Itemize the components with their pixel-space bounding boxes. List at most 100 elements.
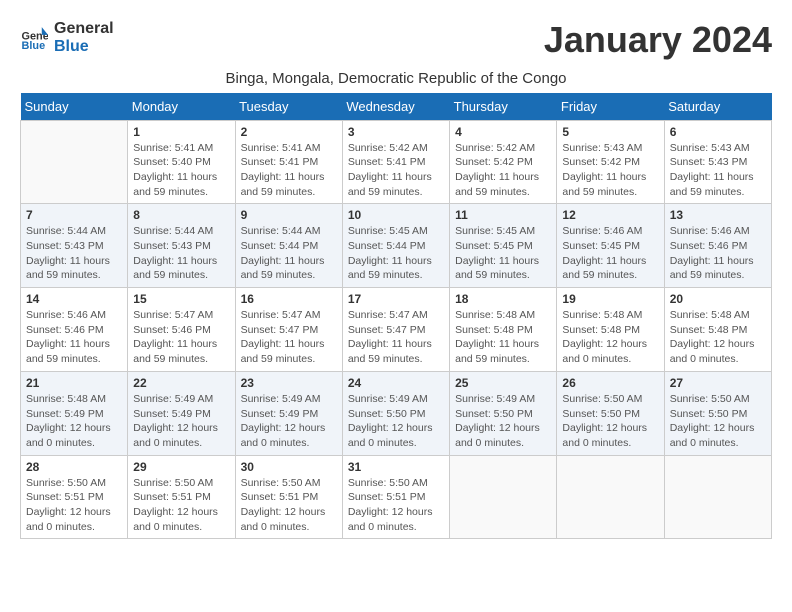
day-info: Sunrise: 5:43 AM Sunset: 5:43 PM Dayligh… [670,141,766,200]
day-number: 20 [670,292,766,306]
day-number: 3 [348,125,444,139]
day-number: 13 [670,208,766,222]
day-number: 31 [348,460,444,474]
day-info: Sunrise: 5:44 AM Sunset: 5:43 PM Dayligh… [26,224,122,283]
day-number: 21 [26,376,122,390]
day-info: Sunrise: 5:50 AM Sunset: 5:51 PM Dayligh… [133,476,229,535]
day-number: 9 [241,208,337,222]
day-info: Sunrise: 5:48 AM Sunset: 5:48 PM Dayligh… [455,308,551,367]
day-number: 1 [133,125,229,139]
calendar-day-cell: 16 Sunrise: 5:47 AM Sunset: 5:47 PM Dayli… [235,288,342,372]
day-number: 6 [670,125,766,139]
day-info: Sunrise: 5:47 AM Sunset: 5:47 PM Dayligh… [348,308,444,367]
calendar-week-row: 1 Sunrise: 5:41 AM Sunset: 5:40 PM Daylig… [21,120,772,204]
day-info: Sunrise: 5:50 AM Sunset: 5:50 PM Dayligh… [562,392,658,451]
day-number: 2 [241,125,337,139]
day-info: Sunrise: 5:45 AM Sunset: 5:44 PM Dayligh… [348,224,444,283]
day-number: 19 [562,292,658,306]
page-header: General Blue General Blue January 2024 [20,20,772,60]
day-number: 30 [241,460,337,474]
day-info: Sunrise: 5:46 AM Sunset: 5:46 PM Dayligh… [670,224,766,283]
day-number: 22 [133,376,229,390]
day-number: 12 [562,208,658,222]
calendar-header-wednesday: Wednesday [342,93,449,121]
day-number: 7 [26,208,122,222]
calendar-day-cell: 26 Sunrise: 5:50 AM Sunset: 5:50 PM Dayli… [557,371,664,455]
day-number: 18 [455,292,551,306]
day-info: Sunrise: 5:47 AM Sunset: 5:47 PM Dayligh… [241,308,337,367]
calendar-day-cell: 29 Sunrise: 5:50 AM Sunset: 5:51 PM Dayli… [128,455,235,539]
day-info: Sunrise: 5:47 AM Sunset: 5:46 PM Dayligh… [133,308,229,367]
day-info: Sunrise: 5:42 AM Sunset: 5:42 PM Dayligh… [455,141,551,200]
title-section: January 2024 [544,20,772,60]
logo: General Blue General Blue [20,20,114,55]
calendar-header-row: SundayMondayTuesdayWednesdayThursdayFrid… [21,93,772,121]
day-number: 14 [26,292,122,306]
day-info: Sunrise: 5:50 AM Sunset: 5:50 PM Dayligh… [670,392,766,451]
day-info: Sunrise: 5:46 AM Sunset: 5:46 PM Dayligh… [26,308,122,367]
calendar-day-cell: 11Sunrise: 5:45 AM Sunset: 5:45 PM Dayli… [450,204,557,288]
calendar-day-cell: 19 Sunrise: 5:48 AM Sunset: 5:48 PM Dayli… [557,288,664,372]
day-info: Sunrise: 5:49 AM Sunset: 5:50 PM Dayligh… [455,392,551,451]
calendar-week-row: 7 Sunrise: 5:44 AM Sunset: 5:43 PM Daylig… [21,204,772,288]
day-info: Sunrise: 5:46 AM Sunset: 5:45 PM Dayligh… [562,224,658,283]
day-number: 24 [348,376,444,390]
day-info: Sunrise: 5:49 AM Sunset: 5:49 PM Dayligh… [133,392,229,451]
calendar-header-thursday: Thursday [450,93,557,121]
calendar-day-cell: 1 Sunrise: 5:41 AM Sunset: 5:40 PM Daylig… [128,120,235,204]
day-info: Sunrise: 5:50 AM Sunset: 5:51 PM Dayligh… [26,476,122,535]
day-info: Sunrise: 5:48 AM Sunset: 5:48 PM Dayligh… [562,308,658,367]
page-subtitle: Binga, Mongala, Democratic Republic of t… [20,70,772,87]
calendar-day-cell: 7 Sunrise: 5:44 AM Sunset: 5:43 PM Daylig… [21,204,128,288]
day-number: 29 [133,460,229,474]
calendar-week-row: 28 Sunrise: 5:50 AM Sunset: 5:51 PM Dayli… [21,455,772,539]
calendar-day-cell: 2 Sunrise: 5:41 AM Sunset: 5:41 PM Daylig… [235,120,342,204]
day-number: 28 [26,460,122,474]
calendar-day-cell: 24 Sunrise: 5:49 AM Sunset: 5:50 PM Dayli… [342,371,449,455]
calendar-day-cell: 6 Sunrise: 5:43 AM Sunset: 5:43 PM Daylig… [664,120,771,204]
calendar-header-monday: Monday [128,93,235,121]
day-number: 26 [562,376,658,390]
day-info: Sunrise: 5:50 AM Sunset: 5:51 PM Dayligh… [241,476,337,535]
day-number: 17 [348,292,444,306]
day-number: 8 [133,208,229,222]
day-info: Sunrise: 5:41 AM Sunset: 5:41 PM Dayligh… [241,141,337,200]
calendar-header-sunday: Sunday [21,93,128,121]
day-number: 16 [241,292,337,306]
calendar-day-cell: 8 Sunrise: 5:44 AM Sunset: 5:43 PM Daylig… [128,204,235,288]
calendar-header-friday: Friday [557,93,664,121]
calendar-week-row: 21Sunrise: 5:48 AM Sunset: 5:49 PM Dayli… [21,371,772,455]
calendar-table: SundayMondayTuesdayWednesdayThursdayFrid… [20,93,772,540]
day-number: 23 [241,376,337,390]
calendar-day-cell: 10 Sunrise: 5:45 AM Sunset: 5:44 PM Dayli… [342,204,449,288]
calendar-day-cell [557,455,664,539]
calendar-day-cell [664,455,771,539]
day-number: 25 [455,376,551,390]
logo-icon: General Blue [20,24,48,52]
calendar-day-cell: 4 Sunrise: 5:42 AM Sunset: 5:42 PM Daylig… [450,120,557,204]
calendar-day-cell: 13 Sunrise: 5:46 AM Sunset: 5:46 PM Dayli… [664,204,771,288]
calendar-header-tuesday: Tuesday [235,93,342,121]
calendar-header-saturday: Saturday [664,93,771,121]
calendar-day-cell: 27 Sunrise: 5:50 AM Sunset: 5:50 PM Dayli… [664,371,771,455]
calendar-day-cell: 5Sunrise: 5:43 AM Sunset: 5:42 PM Daylig… [557,120,664,204]
calendar-week-row: 14 Sunrise: 5:46 AM Sunset: 5:46 PM Dayli… [21,288,772,372]
day-info: Sunrise: 5:42 AM Sunset: 5:41 PM Dayligh… [348,141,444,200]
logo-blue: Blue [54,38,114,56]
day-info: Sunrise: 5:49 AM Sunset: 5:50 PM Dayligh… [348,392,444,451]
day-info: Sunrise: 5:50 AM Sunset: 5:51 PM Dayligh… [348,476,444,535]
day-number: 27 [670,376,766,390]
day-info: Sunrise: 5:49 AM Sunset: 5:49 PM Dayligh… [241,392,337,451]
day-number: 10 [348,208,444,222]
day-info: Sunrise: 5:44 AM Sunset: 5:43 PM Dayligh… [133,224,229,283]
calendar-day-cell: 15 Sunrise: 5:47 AM Sunset: 5:46 PM Dayli… [128,288,235,372]
day-info: Sunrise: 5:44 AM Sunset: 5:44 PM Dayligh… [241,224,337,283]
calendar-day-cell: 25 Sunrise: 5:49 AM Sunset: 5:50 PM Dayli… [450,371,557,455]
day-info: Sunrise: 5:41 AM Sunset: 5:40 PM Dayligh… [133,141,229,200]
day-number: 4 [455,125,551,139]
page-title: January 2024 [544,20,772,60]
calendar-day-cell: 9 Sunrise: 5:44 AM Sunset: 5:44 PM Daylig… [235,204,342,288]
day-number: 11 [455,208,551,222]
day-number: 15 [133,292,229,306]
calendar-day-cell: 17 Sunrise: 5:47 AM Sunset: 5:47 PM Dayli… [342,288,449,372]
